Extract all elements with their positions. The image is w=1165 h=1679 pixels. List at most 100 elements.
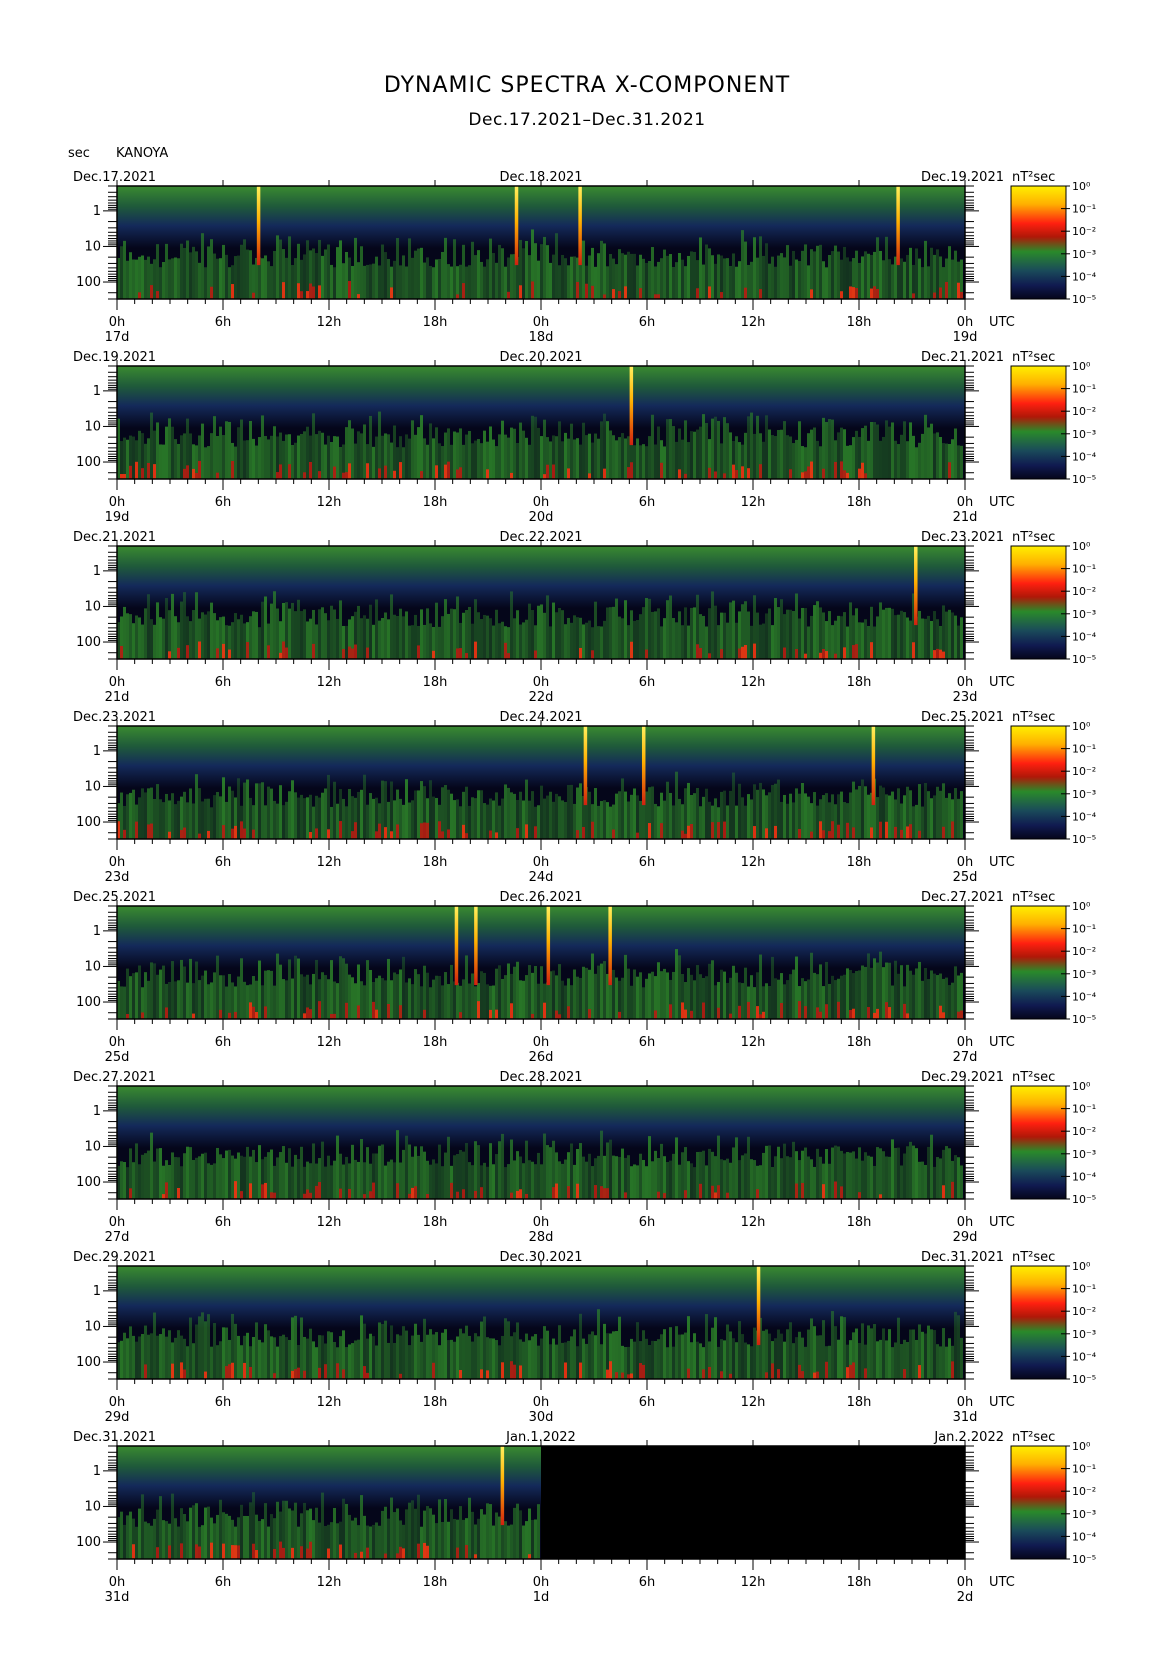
- activity-high: [198, 460, 201, 479]
- activity-column: [597, 965, 600, 1019]
- activity-column: [495, 792, 498, 839]
- activity-column: [291, 1317, 294, 1379]
- activity-column: [258, 1145, 261, 1199]
- activity-column: [363, 774, 366, 839]
- activity-column: [687, 625, 690, 659]
- activity-column: [663, 249, 666, 299]
- activity-column: [453, 609, 456, 659]
- colorbar-tick-label: 10⁻²: [1072, 765, 1096, 778]
- activity-column: [120, 792, 123, 839]
- y-tick-label: 100: [76, 1355, 101, 1370]
- activity-column: [207, 1506, 210, 1559]
- day-label-start: 23d: [105, 870, 130, 885]
- activity-column: [624, 1346, 627, 1379]
- colorbar-tick-label: 10⁻³: [1072, 788, 1096, 801]
- activity-column: [276, 953, 279, 1019]
- activity-column: [453, 1341, 456, 1379]
- activity-column: [783, 1341, 786, 1379]
- activity-column: [177, 1330, 180, 1379]
- activity-column: [408, 1144, 411, 1199]
- activity-high: [684, 833, 687, 839]
- activity-column: [132, 436, 135, 479]
- activity-column: [639, 445, 642, 479]
- activity-column: [177, 258, 180, 299]
- activity-column: [543, 419, 546, 479]
- activity-column: [687, 442, 690, 479]
- activity-column: [390, 1159, 393, 1199]
- activity-column: [576, 1346, 579, 1379]
- activity-column: [156, 422, 159, 479]
- activity-column: [666, 972, 669, 1019]
- day-label-mid: 28d: [529, 1230, 554, 1245]
- activity-high: [639, 1363, 642, 1379]
- activity-column: [864, 619, 867, 659]
- activity-column: [321, 432, 324, 479]
- activity-column: [690, 1163, 693, 1199]
- activity-column: [357, 1339, 360, 1379]
- activity-column: [507, 1321, 510, 1379]
- activity-column: [327, 435, 330, 479]
- activity-column: [543, 1326, 546, 1379]
- activity-column: [498, 1516, 501, 1559]
- activity-column: [498, 623, 501, 659]
- activity-column: [156, 1148, 159, 1199]
- activity-column: [903, 1153, 906, 1199]
- activity-high: [867, 1007, 870, 1019]
- x-tick-label: 0h: [533, 315, 550, 330]
- activity-column: [141, 1154, 144, 1199]
- activity-column: [474, 255, 477, 299]
- x-tick-label: 12h: [317, 1035, 342, 1050]
- activity-column: [558, 964, 561, 1019]
- colorbar-unit: nT²sec: [1012, 1430, 1055, 1445]
- activity-high: [798, 829, 801, 839]
- day-label-mid: 24d: [529, 870, 554, 885]
- activity-high: [846, 1367, 849, 1379]
- activity-high: [486, 1370, 489, 1379]
- activity-column: [612, 969, 615, 1019]
- activity-high: [864, 1368, 867, 1379]
- activity-high: [711, 822, 714, 839]
- activity-column: [432, 796, 435, 839]
- activity-column: [483, 803, 486, 839]
- activity-column: [813, 972, 816, 1019]
- activity-column: [180, 601, 183, 659]
- activity-column: [303, 976, 306, 1019]
- activity-column: [258, 1521, 261, 1559]
- activity-column: [483, 1514, 486, 1559]
- activity-column: [138, 1508, 141, 1559]
- activity-column: [225, 1513, 228, 1559]
- activity-column: [387, 258, 390, 299]
- day-label-end: 25d: [953, 870, 978, 885]
- activity-column: [954, 966, 957, 1019]
- activity-column: [948, 1338, 951, 1379]
- activity-column: [783, 984, 786, 1019]
- activity-column: [528, 1508, 531, 1559]
- activity-column: [324, 613, 327, 659]
- activity-column: [480, 971, 483, 1019]
- x-tick-label: 6h: [639, 1575, 656, 1590]
- activity-column: [381, 1324, 384, 1379]
- activity-column: [399, 1335, 402, 1379]
- activity-column: [141, 1334, 144, 1379]
- activity-column: [798, 421, 801, 479]
- activity-column: [162, 1165, 165, 1199]
- activity-column: [528, 800, 531, 839]
- activity-column: [912, 974, 915, 1019]
- activity-high: [888, 1007, 891, 1019]
- x-unit-label: UTC: [989, 1575, 1015, 1590]
- activity-column: [729, 1162, 732, 1199]
- activity-column: [705, 1165, 708, 1199]
- activity-column: [732, 772, 735, 839]
- activity-column: [570, 622, 573, 659]
- x-tick-label: 6h: [215, 1215, 232, 1230]
- activity-column: [804, 1346, 807, 1379]
- spectral-spike: [474, 906, 478, 986]
- activity-high: [339, 1544, 342, 1559]
- activity-column: [480, 261, 483, 299]
- activity-column: [768, 429, 771, 479]
- activity-high: [618, 291, 621, 299]
- activity-column: [291, 978, 294, 1019]
- activity-high: [147, 824, 150, 839]
- activity-high: [660, 462, 663, 479]
- x-tick-label: 18h: [847, 1575, 872, 1590]
